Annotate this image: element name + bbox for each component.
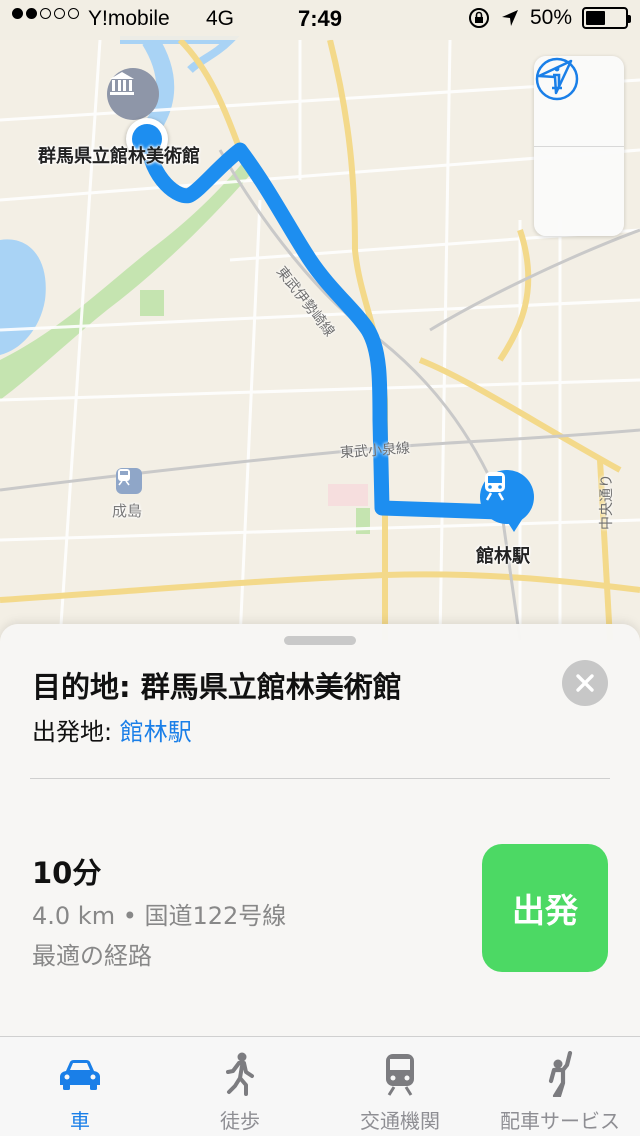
train-icon [386, 1054, 414, 1096]
tab-car-label: 車 [70, 1109, 90, 1133]
walk-icon [226, 1052, 254, 1096]
station-small-label: 成島 [112, 502, 143, 520]
origin-prefix: 出発地: [32, 718, 120, 746]
tab-ride-hail[interactable]: 配車サービス [480, 1037, 640, 1136]
tab-walk-label: 徒歩 [220, 1109, 260, 1133]
station-pin-icon[interactable] [480, 470, 534, 524]
sheet-divider [30, 778, 610, 779]
ride-hail-icon [548, 1051, 573, 1097]
sheet-grabber[interactable] [284, 636, 356, 645]
battery-percent: 50% [529, 6, 572, 29]
map-controls [534, 56, 624, 236]
transport-tab-bar: 車 徒歩 交通機関 配車サービス [0, 1036, 640, 1136]
route-note: 最適の経路 [32, 942, 152, 970]
battery-icon [582, 7, 631, 29]
tab-car[interactable]: 車 [0, 1037, 160, 1136]
station-pin-tail [505, 518, 523, 532]
status-bar: Y!mobile 4G 7:49 50% [0, 0, 640, 40]
map-view[interactable]: 群馬県立館林美術館 館林駅 成島 東武伊勢崎線 東武小泉線 中央通り [0, 0, 640, 640]
route-detail: 4.0 km • 国道122号線 [32, 902, 287, 930]
origin-map-label[interactable]: 館林駅 [476, 542, 530, 568]
tab-transit-label: 交通機関 [360, 1109, 440, 1133]
car-icon [60, 1060, 100, 1090]
train-station-icon[interactable] [116, 468, 142, 494]
close-icon [576, 674, 594, 692]
go-button[interactable]: 出発 [482, 844, 608, 972]
location-services-icon [501, 10, 518, 26]
route-duration: 10分 [32, 856, 102, 890]
tab-ride-hail-label: 配車サービス [500, 1109, 620, 1133]
locate-button[interactable] [534, 59, 624, 237]
origin-row: 出発地: 館林駅 [32, 712, 192, 747]
road-label-chuo: 中央通り [599, 474, 615, 530]
close-button[interactable] [562, 660, 608, 706]
rotation-lock-icon [468, 8, 489, 28]
location-arrow-icon [537, 59, 573, 95]
tab-transit[interactable]: 交通機関 [320, 1037, 480, 1136]
destination-title: 目的地: 群馬県立館林美術館 [32, 670, 402, 704]
museum-pin-icon[interactable] [107, 68, 159, 120]
destination-map-label[interactable]: 群馬県立館林美術館 [38, 142, 200, 168]
origin-link[interactable]: 館林駅 [120, 718, 192, 746]
tab-walk[interactable]: 徒歩 [160, 1037, 320, 1136]
